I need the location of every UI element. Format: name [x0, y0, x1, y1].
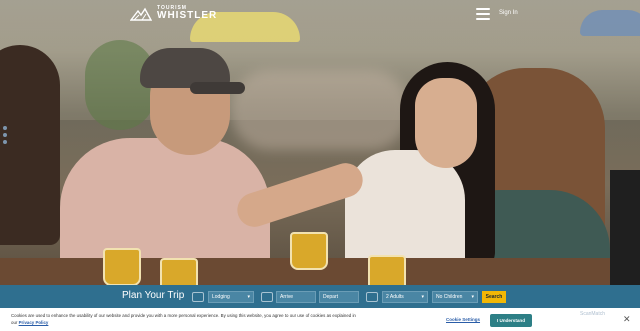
- carousel-dots: [3, 126, 7, 144]
- adults-value: 2 Adults: [386, 294, 404, 300]
- cookie-banner: Cookies are used to enhance the usabilit…: [0, 308, 640, 331]
- depart-date-field[interactable]: Depart: [319, 291, 359, 303]
- plan-trip-bar: Plan Your Trip Lodging ▾ Arrive Depart 2 …: [0, 285, 640, 308]
- lodging-value: Lodging: [212, 294, 230, 300]
- logo-text: TOURISM WHISTLER: [157, 6, 217, 21]
- dark-cabinet: [610, 170, 640, 285]
- scanmatch-badge: ScanMatch: [580, 311, 606, 317]
- beer-glass: [160, 258, 198, 285]
- woman-center-face: [415, 78, 477, 168]
- beer-glass: [290, 232, 328, 270]
- mountain-logo-icon: [130, 7, 152, 21]
- tourism-whistler-logo[interactable]: TOURISM WHISTLER: [130, 6, 217, 21]
- site-header: TOURISM WHISTLER Sign In: [0, 0, 640, 34]
- arrive-value: Arrive: [280, 294, 294, 300]
- hero-photo: [0, 0, 640, 285]
- logo-big-text: WHISTLER: [157, 10, 218, 21]
- chevron-down-icon: ▾: [421, 294, 424, 300]
- search-button[interactable]: Search: [482, 291, 506, 303]
- carousel-dot[interactable]: [3, 126, 7, 130]
- carousel-dot[interactable]: [3, 133, 7, 137]
- beer-glass: [368, 255, 406, 285]
- plan-trip-title: Plan Your Trip: [122, 290, 185, 301]
- sign-in-link[interactable]: Sign In: [499, 10, 518, 16]
- bed-icon: [192, 292, 204, 302]
- children-value: No Children: [436, 294, 463, 300]
- arrive-date-field[interactable]: Arrive: [276, 291, 316, 303]
- cookie-settings-link[interactable]: Cookie Settings: [446, 317, 480, 322]
- chevron-down-icon: ▾: [471, 294, 474, 300]
- background-crowd: [230, 70, 410, 150]
- guests-icon: [366, 292, 378, 302]
- depart-value: Depart: [323, 294, 339, 300]
- man-cap-brim: [190, 82, 245, 94]
- beer-glass: [103, 248, 141, 285]
- cookie-text: Cookies are used to enhance the usabilit…: [11, 313, 356, 326]
- cookie-message: Cookies are used to enhance the usabilit…: [11, 313, 356, 325]
- i-understand-button[interactable]: I Understand: [490, 314, 532, 327]
- adults-select[interactable]: 2 Adults ▾: [382, 291, 428, 303]
- children-select[interactable]: No Children ▾: [432, 291, 478, 303]
- calendar-icon: [261, 292, 273, 302]
- person-left: [0, 45, 60, 245]
- carousel-dot[interactable]: [3, 140, 7, 144]
- close-icon[interactable]: ✕: [623, 314, 631, 325]
- hamburger-icon[interactable]: [476, 8, 490, 20]
- lodging-select[interactable]: Lodging ▾: [208, 291, 254, 303]
- privacy-policy-link[interactable]: Privacy Policy: [19, 320, 49, 325]
- chevron-down-icon: ▾: [247, 294, 250, 300]
